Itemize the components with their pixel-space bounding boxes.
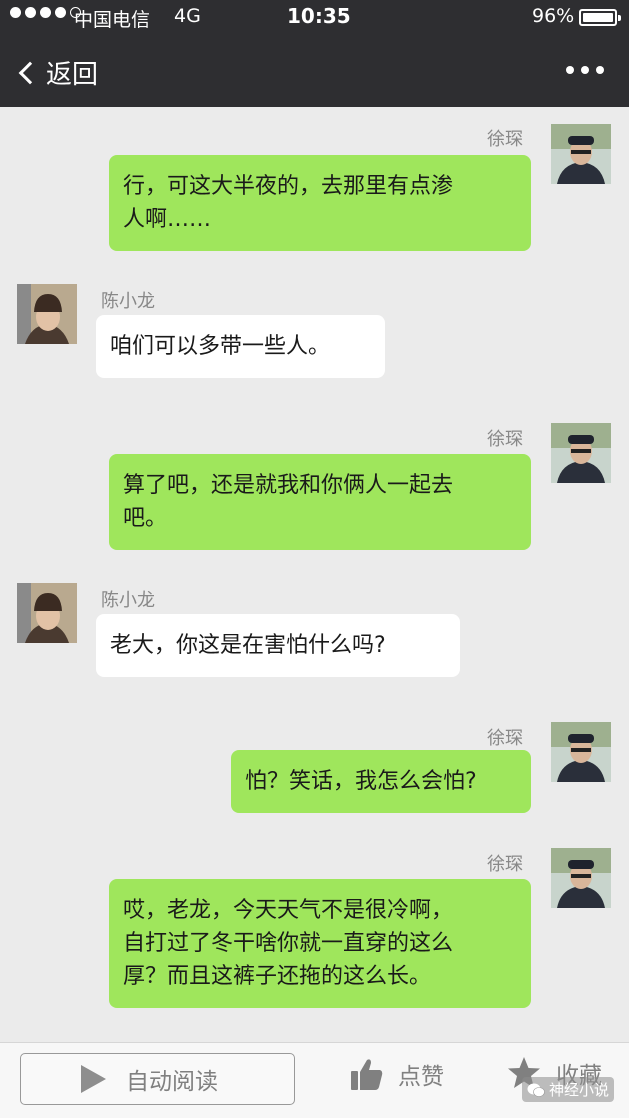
network-type: 4G [174,5,201,27]
watermark-text: 神经小说 [549,1081,610,1099]
chevron-left-icon [18,61,42,84]
bottom-toolbar: 自动阅读 点赞 收藏 神经小说 [0,1042,629,1118]
status-time: 10:35 [287,4,351,28]
message-bubble[interactable]: 行，可这大半夜的，去那里有点渗 人啊…… [109,155,531,251]
sender-name: 徐琛 [487,854,523,875]
message-bubble[interactable]: 咱们可以多带一些人。 [96,315,385,378]
signal-strength-icon [10,7,81,18]
like-label: 点赞 [398,1064,444,1090]
message-bubble[interactable]: 怕？笑话，我怎么会怕? [231,750,531,813]
message-line: 怕？笑话，我怎么会怕? [245,769,477,794]
battery-icon [579,9,621,26]
sender-name: 徐琛 [487,429,523,450]
message-line: 自打过了冬干啥你就一直穿的这么 [123,931,454,956]
message-bubble[interactable]: 哎，老龙，今天天气不是很冷啊， 自打过了冬干啥你就一直穿的这么 厚？而且这裤子还… [109,879,531,1008]
message-line: 算了吧，还是就我和你俩人一起去 [123,473,454,498]
message-line: 吧。 [123,506,168,531]
status-bar: 中国电信 4G 10:35 96% [0,0,629,36]
sender-name: 陈小龙 [101,590,155,611]
sender-name: 陈小龙 [101,291,155,312]
avatar-xiaolong[interactable] [17,583,77,643]
avatar-officer[interactable] [551,423,611,483]
message-line: 咱们可以多带一些人。 [110,334,331,359]
wechat-logo-icon [527,1083,545,1097]
watermark: 神经小说 [522,1077,615,1102]
avatar-officer[interactable] [551,848,611,908]
top-header: 中国电信 4G 10:35 96% 返回 [0,0,629,107]
thumbs-up-icon [351,1059,383,1090]
back-label: 返回 [46,60,99,90]
chat-area[interactable]: 徐琛 行，可这大半夜的，去那里有点渗 人啊…… 陈小龙 咱们可以多带一些人。 徐… [0,107,629,1042]
message-bubble[interactable]: 算了吧，还是就我和你俩人一起去 吧。 [109,454,531,550]
message-line: 行，可这大半夜的，去那里有点渗 [123,174,454,199]
nav-bar: 返回 [0,36,629,107]
auto-read-label: 自动阅读 [126,1069,218,1095]
sender-name: 徐琛 [487,728,523,749]
avatar-xiaolong[interactable] [17,284,77,344]
auto-read-button[interactable]: 自动阅读 [20,1053,295,1105]
message-line: 哎，老龙，今天天气不是很冷啊， [123,898,454,923]
back-button[interactable]: 返回 [14,54,98,91]
message-line: 老大，你这是在害怕什么吗? [110,633,386,658]
like-button[interactable]: 点赞 [350,1057,444,1091]
carrier-name: 中国电信 [74,9,151,31]
message-bubble[interactable]: 老大，你这是在害怕什么吗? [96,614,460,677]
play-icon [81,1065,106,1093]
sender-name: 徐琛 [487,129,523,150]
message-line: 厚？而且这裤子还拖的这么长。 [123,964,432,989]
avatar-officer[interactable] [551,124,611,184]
battery-percent: 96% [532,5,575,27]
more-dots-icon[interactable] [566,66,604,74]
message-line: 人啊…… [123,207,212,232]
avatar-officer[interactable] [551,722,611,782]
